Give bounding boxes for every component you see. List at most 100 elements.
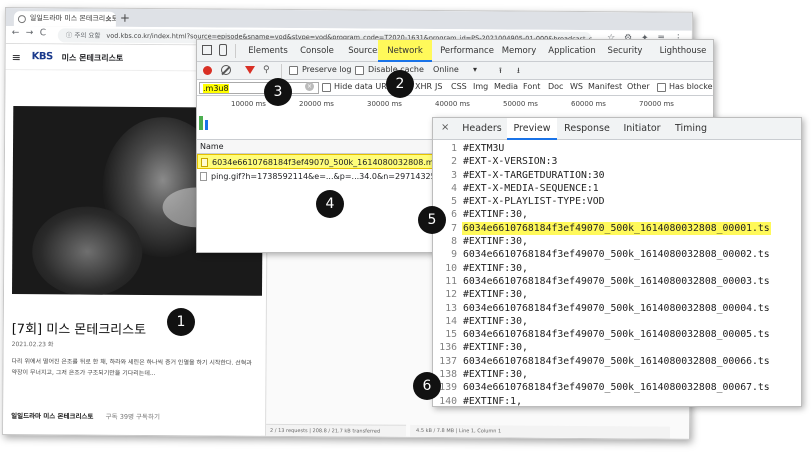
- close-icon[interactable]: ×: [441, 122, 449, 133]
- line-number: 1: [451, 143, 457, 154]
- type-js[interactable]: JS: [435, 82, 442, 91]
- tab-application[interactable]: Application: [545, 40, 599, 62]
- callout-1: 1: [167, 308, 195, 336]
- line-text: #EXTINF:30,: [463, 262, 528, 274]
- callout-5: 5: [418, 206, 446, 234]
- timeline-tick: 50000 ms: [503, 100, 538, 108]
- throttling-select[interactable]: Online: [433, 65, 459, 74]
- callout-3: 3: [264, 78, 292, 106]
- footer-subscribe[interactable]: 구독 39명 구독하기: [106, 413, 160, 421]
- tab-performance[interactable]: Performance: [437, 40, 497, 62]
- line-text: 6034e6610768184f3ef49070_500k_1614080032…: [463, 302, 770, 314]
- line-text: #EXTINF:30,: [463, 209, 528, 221]
- divider: [235, 44, 236, 58]
- type-doc[interactable]: Doc: [548, 82, 563, 91]
- line-text: 6034e6610768184f3ef49070_500k_1614080032…: [463, 382, 770, 394]
- code-line: 8 #EXTINF:30,: [433, 235, 801, 248]
- tab-lighthouse[interactable]: Lighthouse: [655, 40, 711, 62]
- tab-console[interactable]: Console: [295, 40, 339, 62]
- file-icon: [201, 158, 208, 167]
- line-number: 10: [445, 262, 457, 274]
- type-xhr[interactable]: XHR: [415, 82, 432, 91]
- code-line: 13 6034e6610768184f3ef49070_500k_16140800…: [433, 302, 801, 315]
- tab-headers[interactable]: Headers: [457, 118, 507, 140]
- episode-date: 2021.02.23 화: [11, 341, 54, 349]
- preserve-log-checkbox[interactable]: [289, 66, 298, 75]
- callout-2: 2: [386, 70, 414, 98]
- code-line: 11 6034e6610768184f3ef49070_500k_16140800…: [433, 275, 801, 288]
- has-blocked-label: Has blocke: [669, 82, 713, 91]
- timeline-tick: 60000 ms: [571, 100, 606, 108]
- tab-timing[interactable]: Timing: [669, 118, 713, 140]
- tab-network[interactable]: Network: [378, 40, 432, 62]
- menu-icon[interactable]: ≡: [12, 51, 21, 64]
- line-text: #EXT-X-PLAYLIST-TYPE:VOD: [463, 196, 605, 208]
- tab-elements[interactable]: Elements: [245, 40, 291, 62]
- type-img[interactable]: Img: [473, 82, 488, 91]
- new-tab-button[interactable]: +: [120, 11, 130, 25]
- line-text: 6034e6610768184f3ef49070_500k_1614080032…: [463, 275, 770, 287]
- inspect-icon[interactable]: [202, 45, 212, 55]
- line-text: #EXTINF:30,: [463, 315, 528, 327]
- code-line: 2 #EXT-X-VERSION:3: [433, 155, 801, 168]
- type-ws[interactable]: WS: [570, 82, 583, 91]
- filter-input[interactable]: .m3u8: [199, 82, 319, 94]
- code-line: 4 #EXT-X-MEDIA-SEQUENCE:1: [433, 182, 801, 195]
- hide-data-urls-checkbox[interactable]: [322, 83, 331, 92]
- type-css[interactable]: CSS: [451, 82, 467, 91]
- type-media[interactable]: Media: [494, 82, 518, 91]
- type-font[interactable]: Font: [523, 82, 540, 91]
- code-line: 14 #EXTINF:30,: [433, 315, 801, 328]
- disable-cache-checkbox[interactable]: [355, 66, 364, 75]
- record-icon[interactable]: [203, 66, 212, 75]
- line-number: 11: [445, 275, 457, 287]
- tab-close-icon[interactable]: ×: [105, 12, 112, 27]
- clear-icon[interactable]: [221, 65, 231, 75]
- filter-icon[interactable]: [245, 66, 255, 74]
- type-other[interactable]: Other: [627, 82, 650, 91]
- code-line: 10 #EXTINF:30,: [433, 262, 801, 275]
- clear-filter-icon[interactable]: ×: [305, 82, 314, 91]
- export-har-icon[interactable]: ⭳: [517, 65, 520, 79]
- line-number: 15: [445, 329, 457, 341]
- kbs-logo[interactable]: KBS: [32, 51, 53, 62]
- tab-title: 일일드라마 미스 몬테크리스토: [29, 14, 116, 23]
- search-icon[interactable]: ⚲: [263, 65, 270, 75]
- tab-memory[interactable]: Memory: [499, 40, 539, 62]
- filter-value: .m3u8: [203, 84, 229, 93]
- network-summary: 2 / 13 requests | 208.8 / 21.7 kB transf…: [266, 423, 407, 437]
- has-blocked-checkbox[interactable]: [657, 83, 666, 92]
- tab-response[interactable]: Response: [559, 118, 615, 140]
- line-number: 14: [445, 315, 457, 327]
- security-indicator[interactable]: ⓘ 주의 요함: [66, 31, 101, 39]
- line-number: 12: [445, 289, 457, 301]
- chevron-down-icon[interactable]: ▾: [473, 65, 477, 74]
- code-line: 9 6034e6610768184f3ef49070_500k_161408003…: [433, 248, 801, 261]
- callout-6: 6: [413, 372, 441, 400]
- forward-icon[interactable]: →: [26, 28, 34, 38]
- code-line: 5 #EXT-X-PLAYLIST-TYPE:VOD: [433, 195, 801, 208]
- browser-tab[interactable]: 일일드라마 미스 몬테크리스토 ×: [13, 11, 116, 27]
- line-number: 136: [439, 342, 457, 354]
- request-name: ping.gif?h=1738592114&e=...&p=...34.0&n=…: [211, 172, 454, 181]
- back-icon[interactable]: ←: [12, 28, 20, 38]
- line-text: #EXT-X-VERSION:3: [463, 156, 558, 168]
- tab-security[interactable]: Security: [603, 40, 647, 62]
- m3u8-code-view[interactable]: 1 #EXTM3U 2 #EXT-X-VERSION:3 3 #EXT-X-TARGETD…: [433, 142, 801, 407]
- code-line: 138 #EXTINF:30,: [433, 368, 801, 381]
- tab-preview[interactable]: Preview: [507, 118, 557, 140]
- line-number: 8: [451, 236, 457, 248]
- tab-initiator[interactable]: Initiator: [617, 118, 667, 140]
- line-text: #EXTINF:1,: [463, 395, 522, 407]
- preview-status: 4.5 kB / 7.8 MB | Line 1, Column 1: [410, 424, 671, 439]
- device-toolbar-icon[interactable]: [219, 44, 227, 56]
- line-text: #EXT-X-MEDIA-SEQUENCE:1: [463, 182, 599, 194]
- import-har-icon[interactable]: ⭱: [499, 65, 502, 79]
- line-text: #EXTINF:30,: [463, 342, 528, 354]
- line-text: 6034e6610768184f3ef49070_500k_1614080032…: [463, 355, 770, 367]
- type-manifest[interactable]: Manifest: [588, 82, 622, 91]
- footer-title[interactable]: 일일드라마 미스 몬테크리스토: [11, 412, 93, 421]
- episode-title: [7회] 미스 몬테크리스토: [11, 322, 147, 338]
- reload-icon[interactable]: C: [40, 28, 46, 38]
- line-number: 9: [451, 249, 457, 261]
